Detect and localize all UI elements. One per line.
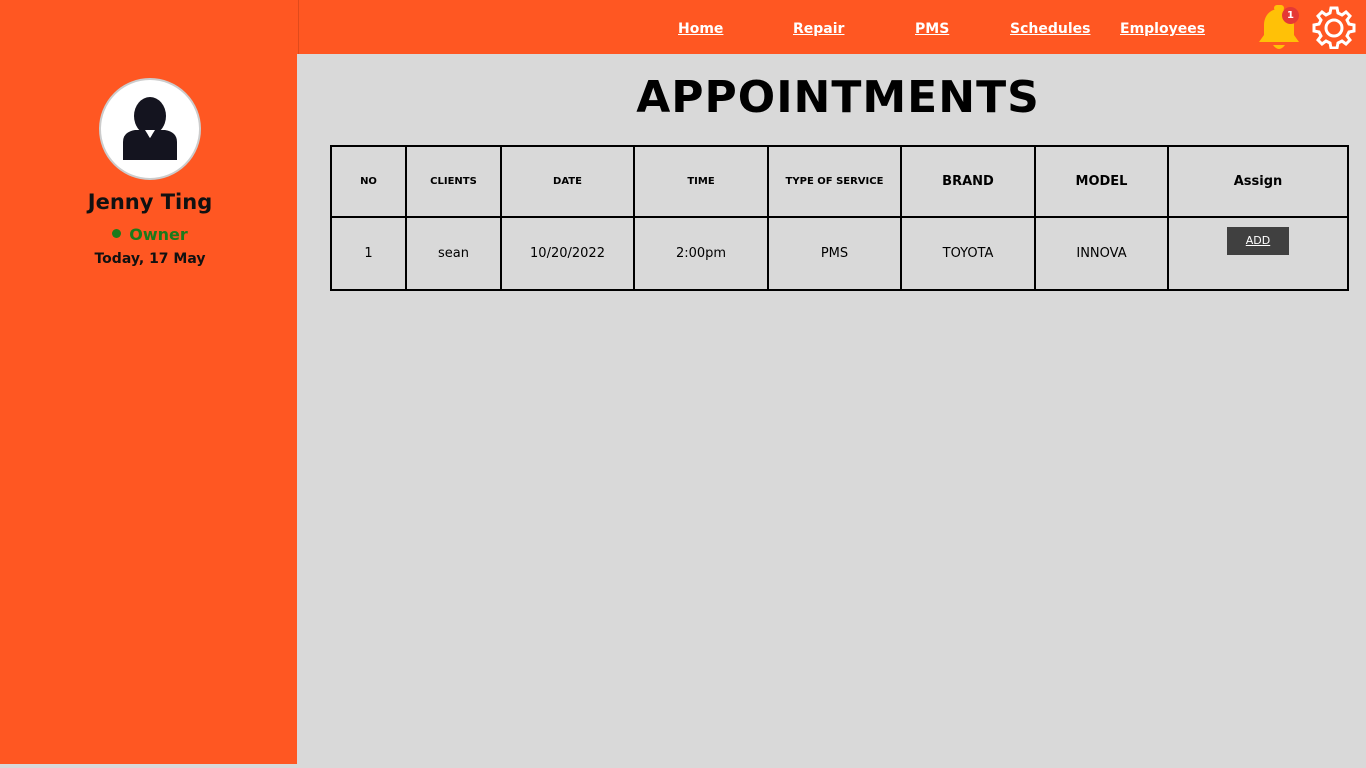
column-header-date: DATE <box>500 145 635 218</box>
gear-icon[interactable] <box>1312 5 1356 50</box>
cell-brand: TOYOTA <box>900 216 1036 291</box>
user-role-label: Owner <box>129 225 188 244</box>
column-header-brand: BRAND <box>900 145 1036 218</box>
user-name: Jenny Ting <box>87 190 213 214</box>
cell-client: sean <box>405 216 502 291</box>
column-header-no: NO <box>330 145 407 218</box>
user-role: Owner <box>0 225 300 244</box>
online-status-dot <box>112 229 122 238</box>
nav-link-schedules[interactable]: Schedules <box>1010 21 1090 37</box>
notification-badge: 1 <box>1282 7 1299 24</box>
cell-model: INNOVA <box>1034 216 1169 291</box>
nav-link-repair[interactable]: Repair <box>793 21 844 37</box>
cell-no: 1 <box>330 216 407 291</box>
cell-time: 2:00pm <box>633 216 769 291</box>
nav-divider <box>298 0 299 54</box>
column-header-service: TYPE OF SERVICE <box>767 145 902 218</box>
column-header-assign: Assign <box>1167 145 1349 218</box>
column-header-time: TIME <box>633 145 769 218</box>
current-date: Today, 17 May <box>94 251 206 267</box>
cell-date: 10/20/2022 <box>500 216 635 291</box>
nav-link-pms[interactable]: PMS <box>915 21 949 37</box>
page-title: APPOINTMENTS <box>636 72 1040 123</box>
user-avatar-icon <box>99 78 201 180</box>
appointments-table: NO CLIENTS DATE TIME TYPE OF SERVICE BRA… <box>330 145 1349 291</box>
cell-assign: ADD <box>1167 216 1349 291</box>
table-header-row: NO CLIENTS DATE TIME TYPE OF SERVICE BRA… <box>330 145 1349 218</box>
cell-service: PMS <box>767 216 902 291</box>
column-header-clients: CLIENTS <box>405 145 502 218</box>
nav-link-employees[interactable]: Employees <box>1120 21 1205 37</box>
table-row: 1 sean 10/20/2022 2:00pm PMS TOYOTA INNO… <box>330 216 1349 291</box>
column-header-model: MODEL <box>1034 145 1169 218</box>
add-assign-button[interactable]: ADD <box>1227 227 1289 255</box>
nav-link-home[interactable]: Home <box>678 21 723 37</box>
